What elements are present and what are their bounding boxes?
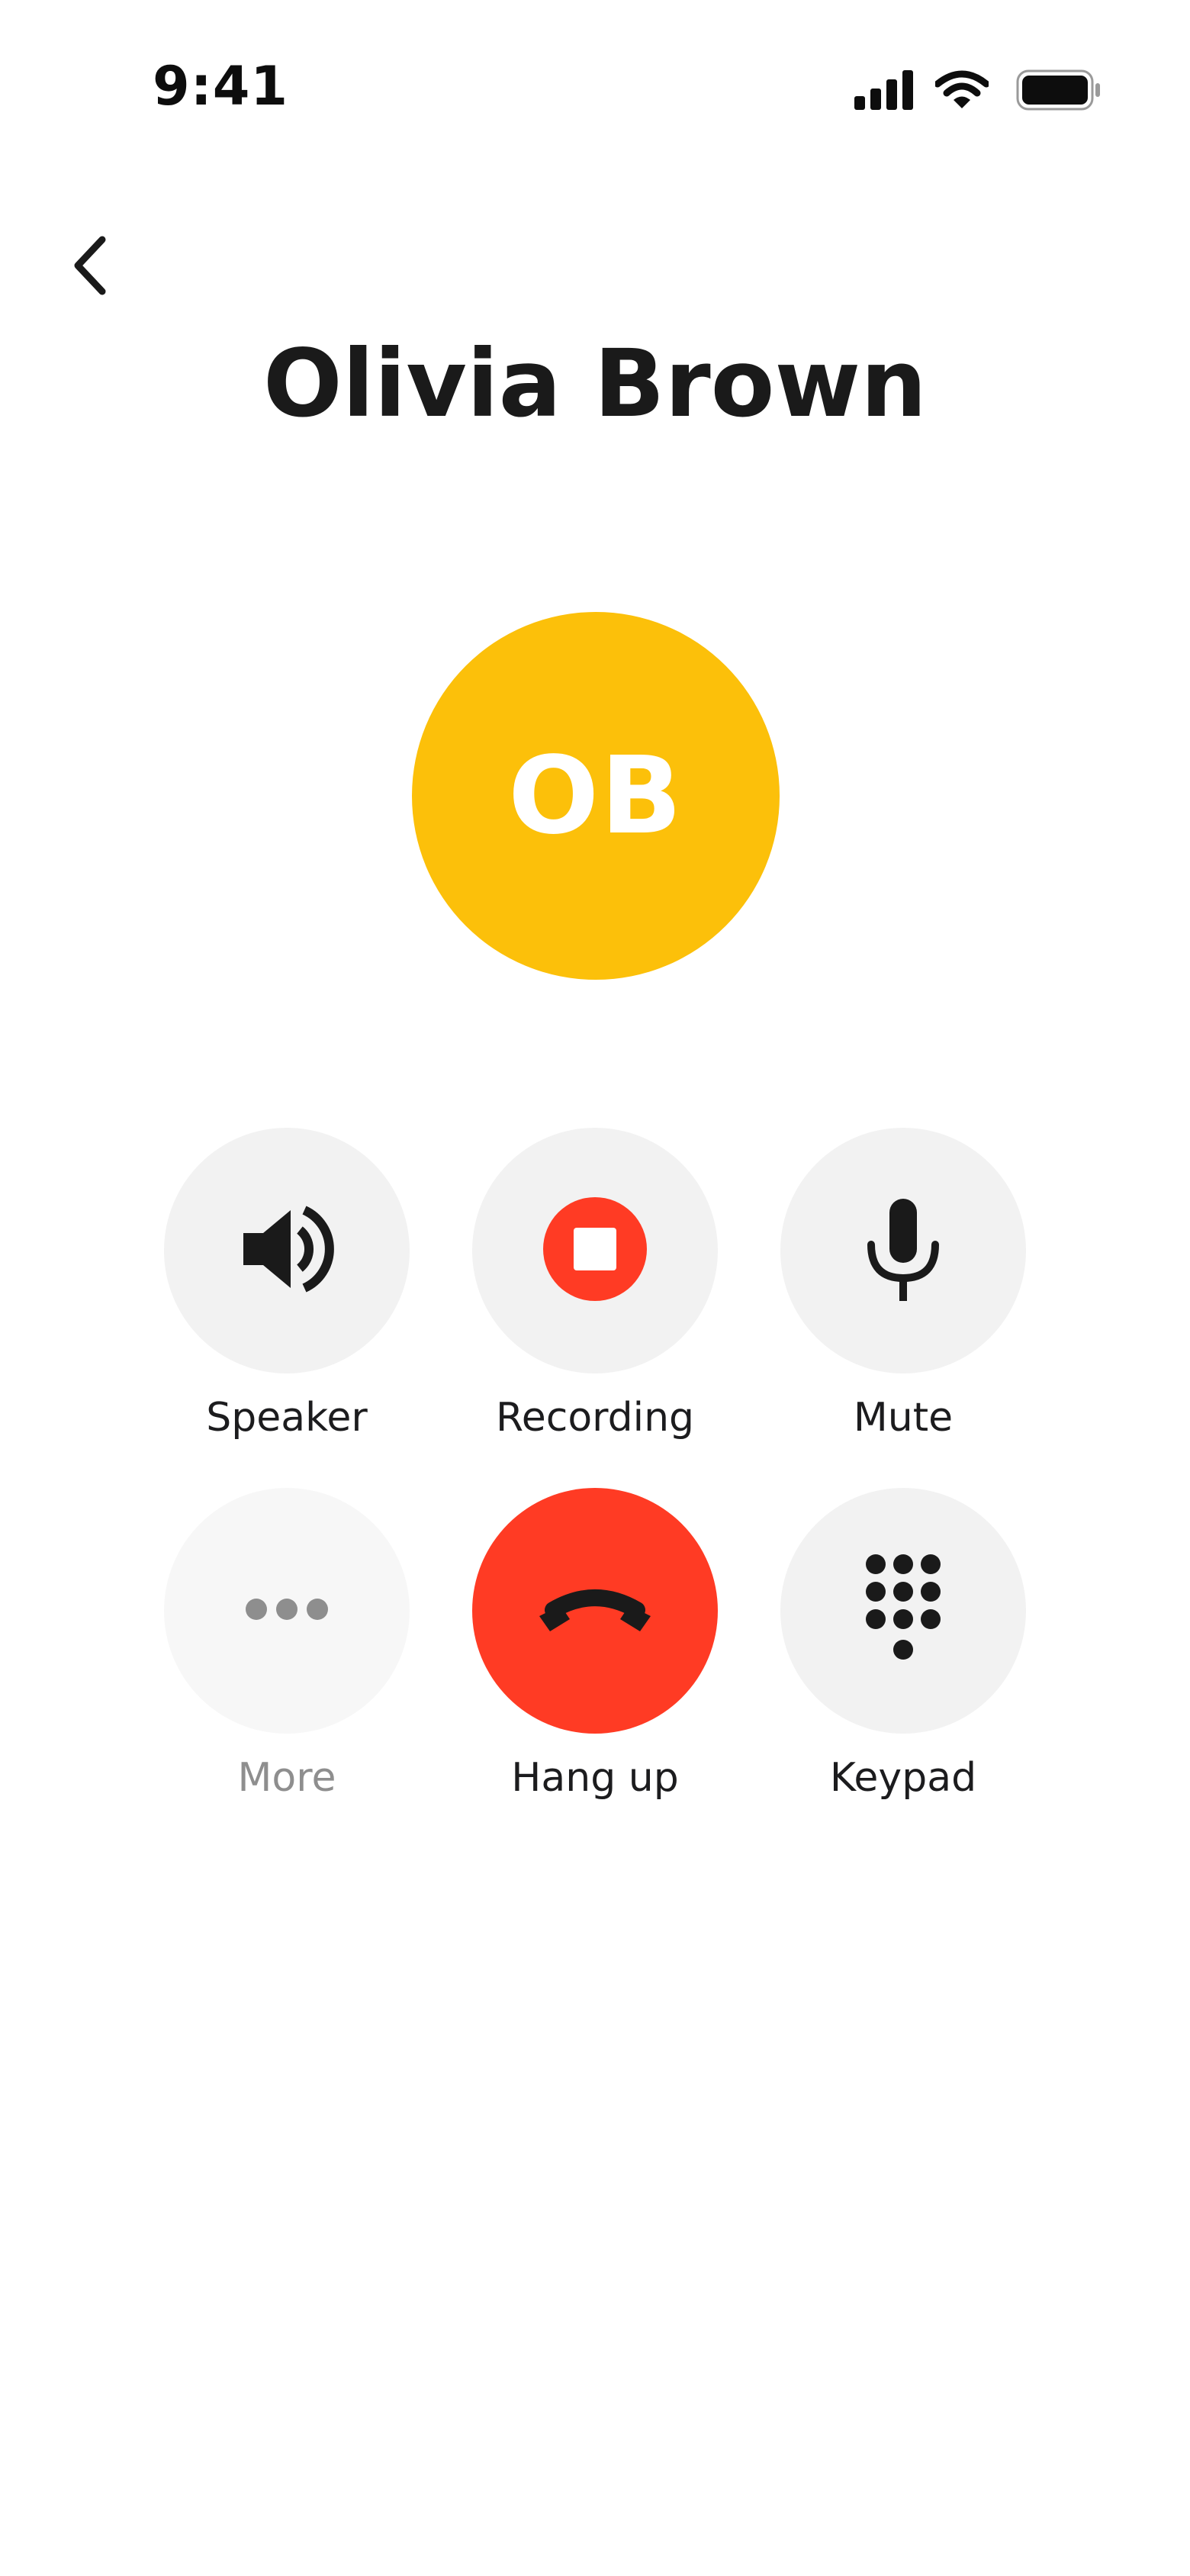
more-dots-icon — [244, 1597, 330, 1625]
status-time: 9:41 — [153, 55, 289, 118]
keypad-icon — [861, 1552, 945, 1670]
more-label: More — [237, 1755, 336, 1801]
hang-up-control: Hang up — [442, 1488, 748, 1847]
status-icons — [854, 67, 1102, 113]
recording-button[interactable] — [472, 1128, 718, 1373]
contact-name: Olivia Brown — [262, 330, 928, 438]
battery-icon — [1016, 69, 1102, 111]
mute-button[interactable] — [780, 1128, 1026, 1373]
speaker-button[interactable] — [164, 1128, 410, 1373]
hang-up-phone-icon — [530, 1583, 660, 1640]
stop-recording-icon — [543, 1196, 647, 1305]
status-bar: 9:41 — [0, 0, 1190, 175]
cellular-signal-icon — [854, 70, 914, 110]
back-button[interactable] — [52, 229, 128, 305]
recording-label: Recording — [495, 1395, 695, 1441]
microphone-icon — [861, 1196, 945, 1306]
hang-up-label: Hang up — [511, 1755, 679, 1801]
chevron-left-icon — [69, 233, 111, 301]
avatar-initials: OB — [508, 733, 683, 858]
hang-up-button[interactable] — [472, 1488, 718, 1734]
speaker-icon — [237, 1199, 336, 1302]
speaker-label: Speaker — [206, 1395, 368, 1441]
speaker-control: Speaker — [134, 1128, 439, 1486]
more-button[interactable] — [164, 1488, 410, 1734]
keypad-control: Keypad — [751, 1488, 1056, 1847]
recording-control: Recording — [442, 1128, 748, 1486]
keypad-label: Keypad — [829, 1755, 977, 1801]
wifi-icon — [935, 70, 989, 110]
mute-label: Mute — [853, 1395, 954, 1441]
keypad-button[interactable] — [780, 1488, 1026, 1734]
mute-control: Mute — [751, 1128, 1056, 1486]
more-control: More — [134, 1488, 439, 1847]
contact-avatar: OB — [412, 612, 780, 980]
